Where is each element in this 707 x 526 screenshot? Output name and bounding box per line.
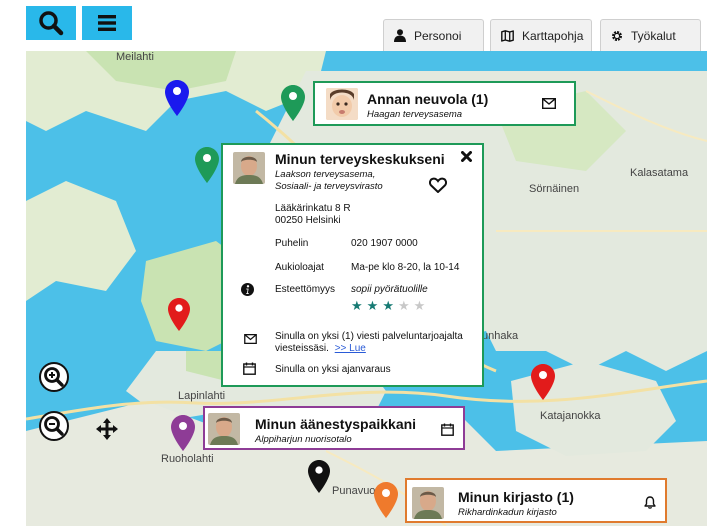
personalize-label: Personoi bbox=[414, 28, 462, 43]
card-terveys-message-2-text: viesteissäsi. bbox=[275, 343, 329, 354]
place-label-sornainen: Sörnäinen bbox=[529, 183, 580, 195]
place-label-meilahti: Meilahti bbox=[116, 51, 154, 63]
card-neuvola-title: Annan neuvola (1) bbox=[367, 91, 489, 107]
place-label-punavuori: Punavuo bbox=[332, 485, 376, 497]
menu-button[interactable] bbox=[82, 6, 132, 40]
card-terveys-address-1: Lääkärinkatu 8 R bbox=[275, 203, 351, 214]
star-empty-icon: ★ bbox=[397, 298, 414, 313]
zoom-out-icon bbox=[44, 416, 64, 436]
calendar-icon[interactable] bbox=[441, 423, 454, 436]
map-pin-blue[interactable] bbox=[165, 80, 189, 116]
card-aanestys-title: Minun äänestyspaikkani bbox=[255, 416, 417, 432]
info-icon bbox=[241, 283, 254, 296]
place-label-kalasatama: Kalasatama bbox=[630, 167, 689, 179]
card-terveys-phone-value[interactable]: 020 1907 0000 bbox=[351, 238, 418, 249]
place-label-ruoholahti: Ruoholahti bbox=[161, 453, 214, 465]
gear-icon bbox=[611, 30, 623, 41]
card-kirjasto-subtitle: Rikhardinkadun kirjasto bbox=[458, 507, 557, 518]
zoom-out-button[interactable] bbox=[39, 411, 69, 441]
card-terveys-subtitle-2: Sosiaali- ja terveysvirasto bbox=[275, 181, 383, 192]
basemap-label: Karttapohja bbox=[522, 28, 584, 43]
star-empty-icon: ★ bbox=[413, 298, 430, 313]
hamburger-menu-icon bbox=[98, 15, 116, 31]
heart-icon[interactable] bbox=[429, 177, 447, 193]
card-terveys-address-2: 00250 Helsinki bbox=[275, 215, 341, 226]
doctor-avatar bbox=[233, 152, 265, 184]
card-terveys-hours-value: Ma-pe klo 8-20, la 10-14 bbox=[351, 262, 460, 273]
card-terveys-message-2: viesteissäsi. >> Lue bbox=[275, 343, 366, 354]
card-terveys-appointment: Sinulla on yksi ajanvaraus bbox=[275, 364, 391, 375]
map-pin-red-katajanokka[interactable] bbox=[531, 364, 555, 400]
card-aanestys[interactable]: Minun äänestyspaikkani Alppiharjun nuori… bbox=[203, 406, 465, 450]
bell-icon[interactable] bbox=[644, 496, 656, 509]
map-pin-red[interactable] bbox=[168, 298, 190, 331]
read-message-link[interactable]: >> Lue bbox=[335, 343, 366, 354]
basemap-tab[interactable]: Karttapohja bbox=[490, 19, 592, 51]
personalize-tab[interactable]: Personoi bbox=[383, 19, 484, 51]
place-label-kruununhaka: unhaka bbox=[482, 330, 519, 342]
envelope-icon bbox=[244, 334, 257, 344]
place-label-katajanokka: Katajanokka bbox=[540, 410, 601, 422]
map-pin-black[interactable] bbox=[308, 460, 330, 493]
tools-label: Työkalut bbox=[631, 28, 676, 43]
card-terveys-title: Minun terveyskeskukseni bbox=[275, 151, 445, 167]
search-icon bbox=[39, 11, 64, 36]
card-kirjasto[interactable]: Minun kirjasto (1) Rikhardinkadun kirjas… bbox=[405, 478, 667, 523]
map-pin-purple[interactable] bbox=[171, 415, 195, 451]
child-avatar bbox=[326, 88, 358, 120]
card-terveys-access-label: Esteettömyys bbox=[275, 284, 336, 295]
calendar-icon bbox=[243, 362, 256, 375]
card-neuvola[interactable]: Annan neuvola (1) Haagan terveysasema bbox=[313, 81, 576, 126]
map-pin-green-neuvola[interactable] bbox=[281, 85, 305, 121]
zoom-in-button[interactable] bbox=[39, 362, 69, 392]
card-terveys-hours-label: Aukioloajat bbox=[275, 262, 324, 273]
card-terveys-phone-label: Puhelin bbox=[275, 238, 309, 249]
card-kirjasto-title: Minun kirjasto (1) bbox=[458, 489, 574, 505]
card-terveyskeskus[interactable]: Minun terveyskeskukseni Laakson terveysa… bbox=[221, 143, 484, 387]
map-pin-green-terveys[interactable] bbox=[195, 147, 219, 183]
close-icon[interactable] bbox=[461, 151, 472, 162]
person-icon bbox=[394, 29, 406, 42]
pan-move-icon[interactable] bbox=[95, 417, 119, 441]
tools-tab[interactable]: Työkalut bbox=[600, 19, 701, 51]
star-filled-icon: ★ bbox=[366, 298, 383, 313]
map-icon bbox=[501, 29, 514, 42]
card-terveys-subtitle-1: Laakson terveysasema, bbox=[275, 169, 376, 180]
voter-avatar bbox=[208, 413, 240, 445]
card-aanestys-subtitle: Alppiharjun nuorisotalo bbox=[255, 434, 352, 445]
envelope-icon[interactable] bbox=[542, 98, 556, 109]
zoom-in-icon bbox=[44, 367, 64, 387]
place-label-lapinlahti: Lapinlahti bbox=[178, 390, 226, 402]
card-terveys-message-1: Sinulla on yksi (1) viesti palveluntarjo… bbox=[275, 331, 463, 342]
library-avatar bbox=[412, 487, 444, 519]
card-terveys-access-value: sopii pyörätuolille bbox=[351, 284, 428, 295]
map-pin-orange[interactable] bbox=[374, 482, 398, 518]
star-filled-icon: ★ bbox=[382, 298, 398, 313]
star-filled-icon: ★ bbox=[351, 298, 367, 313]
rating-stars: ★★★★★ bbox=[351, 298, 429, 314]
search-button[interactable] bbox=[26, 6, 76, 40]
card-neuvola-subtitle: Haagan terveysasema bbox=[367, 109, 463, 120]
